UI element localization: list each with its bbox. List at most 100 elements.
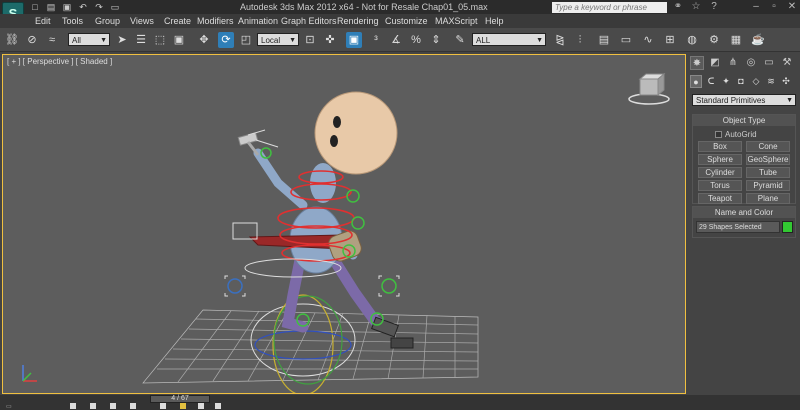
help-icon[interactable]: ? — [708, 1, 720, 13]
cylinder-button[interactable]: Cylinder — [698, 167, 742, 178]
menu-edit[interactable]: Edit — [35, 16, 51, 26]
perspective-viewport[interactable]: [ + ] [ Perspective ] [ Shaded ] — [2, 54, 686, 394]
plane-button[interactable]: Plane — [746, 193, 790, 204]
keyboard-shortcut-override-icon[interactable]: ▣ — [346, 32, 362, 48]
maximize-icon[interactable]: ▫ — [768, 1, 780, 13]
torus-button[interactable]: Torus — [698, 180, 742, 191]
geosphere-button[interactable]: GeoSphere — [746, 154, 790, 165]
star-icon[interactable]: ☆ — [690, 1, 702, 13]
rendered-frame-window-icon[interactable]: ▦ — [728, 32, 744, 48]
pivot-center-icon[interactable]: ⊡ — [302, 32, 318, 48]
select-and-link-icon[interactable]: ⛓ — [4, 32, 20, 48]
menu-modifiers[interactable]: Modifiers — [197, 16, 234, 26]
menu-group[interactable]: Group — [95, 16, 120, 26]
name-and-color-heading[interactable]: Name and Color — [693, 207, 795, 218]
unlink-icon[interactable]: ⊘ — [24, 32, 40, 48]
cameras-icon[interactable]: ◘ — [735, 75, 747, 88]
menu-tools[interactable]: Tools — [62, 16, 83, 26]
scene-canvas[interactable] — [3, 55, 686, 394]
rectangular-selection-icon[interactable]: ⬚ — [152, 32, 168, 48]
menu-animation[interactable]: Animation — [238, 16, 278, 26]
percent-snap-icon[interactable]: % — [408, 32, 424, 48]
pyramid-button[interactable]: Pyramid — [746, 180, 790, 191]
object-type-heading[interactable]: Object Type — [693, 115, 795, 126]
box-button[interactable]: Box — [698, 141, 742, 152]
object-color-swatch[interactable] — [782, 221, 793, 233]
keyframe[interactable] — [160, 403, 166, 409]
menu-help[interactable]: Help — [485, 16, 504, 26]
reference-coord-dropdown[interactable]: Local ▼ — [257, 33, 299, 46]
rotate-icon[interactable]: ⟳ — [218, 32, 234, 48]
graphite-ribbon-icon[interactable]: ▭ — [618, 32, 634, 48]
undo-icon[interactable]: ↶ — [78, 2, 88, 12]
menu-create[interactable]: Create — [164, 16, 191, 26]
curve-editor-icon[interactable]: ∿ — [640, 32, 656, 48]
menu-graph-editors[interactable]: Graph Editors — [281, 16, 337, 26]
autogrid-checkbox-box[interactable] — [715, 131, 722, 138]
geometry-icon[interactable]: ● — [690, 75, 702, 88]
space-warps-icon[interactable]: ≋ — [765, 75, 777, 88]
object-name-field[interactable]: 29 Shapes Selected — [696, 221, 780, 233]
material-editor-icon[interactable]: ◍ — [684, 32, 700, 48]
cone-button[interactable]: Cone — [746, 141, 790, 152]
current-keyframe[interactable] — [180, 403, 186, 409]
display-tab-icon[interactable]: ▭ — [762, 56, 776, 70]
object-category-dropdown[interactable]: Standard Primitives ▼ — [692, 94, 796, 106]
keyframe[interactable] — [70, 403, 76, 409]
selection-filter-dropdown[interactable]: All ▼ — [68, 33, 110, 46]
motion-tab-icon[interactable]: ◎ — [744, 56, 758, 70]
utilities-tab-icon[interactable]: ⚒ — [780, 56, 794, 70]
move-icon[interactable]: ✥ — [196, 32, 212, 48]
sphere-button[interactable]: Sphere — [698, 154, 742, 165]
save-icon[interactable]: ▣ — [62, 2, 72, 12]
close-icon[interactable]: ✕ — [786, 1, 798, 13]
helpers-icon[interactable]: ◇ — [750, 75, 762, 88]
schematic-view-icon[interactable]: ⊞ — [662, 32, 678, 48]
lights-icon[interactable]: ✦ — [720, 75, 732, 88]
spinner-snap-icon[interactable]: ⇕ — [428, 32, 444, 48]
minimize-icon[interactable]: – — [750, 1, 762, 13]
align-icon[interactable]: ⫶ — [572, 32, 588, 48]
keyframe[interactable] — [215, 403, 221, 409]
shapes-icon[interactable]: ᑕ — [705, 75, 717, 88]
menu-rendering[interactable]: Rendering — [337, 16, 379, 26]
scale-icon[interactable]: ◰ — [238, 32, 254, 48]
systems-icon[interactable]: ✣ — [780, 75, 792, 88]
timeline[interactable]: 4 / 67 ▭ — [0, 395, 800, 410]
edit-named-selection-icon[interactable]: ✎ — [452, 32, 468, 48]
tube-button[interactable]: Tube — [746, 167, 790, 178]
keyframe[interactable] — [130, 403, 136, 409]
select-manipulate-icon[interactable]: ✜ — [322, 32, 338, 48]
menu-views[interactable]: Views — [130, 16, 154, 26]
autogrid-checkbox[interactable]: AutoGrid — [715, 130, 757, 139]
menu-customize[interactable]: Customize — [385, 16, 428, 26]
menu-maxscript[interactable]: MAXScript — [435, 16, 478, 26]
time-slider[interactable]: 4 / 67 — [150, 395, 210, 403]
teapot-button[interactable]: Teapot — [698, 193, 742, 204]
select-by-name-icon[interactable]: ☰ — [133, 32, 149, 48]
angle-snap-icon[interactable]: ∡ — [388, 32, 404, 48]
create-tab-icon[interactable]: ✸ — [690, 56, 704, 70]
render-setup-icon[interactable]: ⚙ — [706, 32, 722, 48]
new-file-icon[interactable]: □ — [30, 2, 40, 12]
redo-icon[interactable]: ↷ — [94, 2, 104, 12]
search-input[interactable]: Type a keyword or phrase — [552, 2, 667, 13]
mirror-icon[interactable]: ⧎ — [552, 32, 568, 48]
keyframe[interactable] — [198, 403, 204, 409]
window-crossing-icon[interactable]: ▣ — [171, 32, 187, 48]
character-head[interactable] — [314, 91, 398, 175]
modify-tab-icon[interactable]: ◩ — [708, 56, 722, 70]
bind-space-warp-icon[interactable]: ≈ — [44, 32, 60, 48]
viewcube[interactable] — [628, 72, 670, 105]
keyframe[interactable] — [110, 403, 116, 409]
layer-manager-icon[interactable]: ▤ — [596, 32, 612, 48]
hierarchy-tab-icon[interactable]: ⋔ — [726, 56, 740, 70]
keyframe[interactable] — [90, 403, 96, 409]
open-file-icon[interactable]: ▤ — [46, 2, 56, 12]
binoculars-icon[interactable]: ⚭ — [672, 1, 684, 13]
project-folder-icon[interactable]: ▭ — [110, 2, 120, 12]
named-selection-dropdown[interactable]: ALL ▼ — [472, 33, 546, 46]
select-object-icon[interactable]: ➤ — [114, 32, 130, 48]
render-production-icon[interactable]: ☕ — [750, 32, 766, 48]
snaps-toggle-icon[interactable]: ³ — [368, 32, 384, 48]
